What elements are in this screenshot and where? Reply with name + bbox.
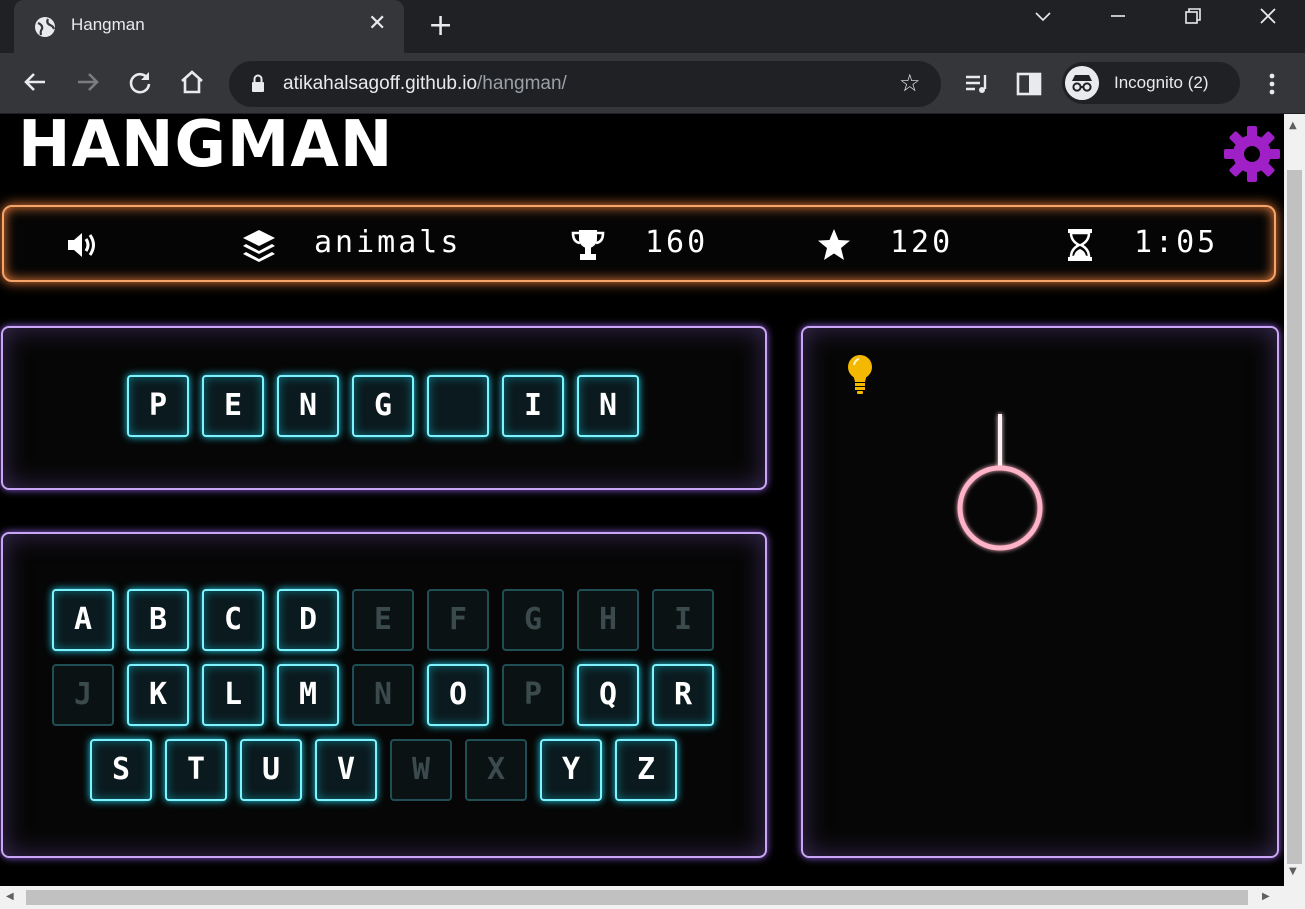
vertical-scrollbar[interactable]: ▲ ▼ xyxy=(1284,114,1305,886)
lock-icon[interactable] xyxy=(251,74,265,92)
key-m-button[interactable]: M xyxy=(277,664,339,726)
reload-icon[interactable] xyxy=(125,67,155,97)
horizontal-scroll-thumb[interactable] xyxy=(26,890,1248,905)
close-window-icon[interactable] xyxy=(1258,6,1278,31)
incognito-profile-button[interactable]: Incognito (2) xyxy=(1062,62,1240,104)
browser-tab[interactable]: Hangman ✕ xyxy=(14,0,404,53)
trophy-icon xyxy=(571,230,605,260)
scroll-right-icon[interactable]: ▶ xyxy=(1262,891,1270,902)
word-letter-tile xyxy=(427,375,489,437)
key-d-button[interactable]: D xyxy=(277,589,339,651)
word-letter-tile: N xyxy=(577,375,639,437)
speaker-icon[interactable] xyxy=(64,227,100,263)
key-w-button: W xyxy=(390,739,452,801)
key-y-button[interactable]: Y xyxy=(540,739,602,801)
back-arrow-icon[interactable] xyxy=(20,67,50,97)
scroll-left-icon[interactable]: ◀ xyxy=(6,891,14,902)
key-s-button[interactable]: S xyxy=(90,739,152,801)
key-z-button[interactable]: Z xyxy=(615,739,677,801)
key-c-button[interactable]: C xyxy=(202,589,264,651)
vertical-scroll-thumb[interactable] xyxy=(1287,170,1302,864)
key-j-button: J xyxy=(52,664,114,726)
incognito-icon xyxy=(1065,66,1099,100)
tab-title: Hangman xyxy=(71,15,145,34)
high-score-value: 160 xyxy=(645,225,709,260)
hourglass-icon xyxy=(1068,229,1092,261)
key-l-button[interactable]: L xyxy=(202,664,264,726)
browser-toolbar: atikahalsagoff.github.io/hangman/ ☆ Inco… xyxy=(0,53,1305,114)
key-v-button[interactable]: V xyxy=(315,739,377,801)
key-x-button: X xyxy=(465,739,527,801)
key-r-button[interactable]: R xyxy=(652,664,714,726)
layers-icon xyxy=(243,230,275,262)
bookmark-star-icon[interactable]: ☆ xyxy=(899,69,921,97)
hangman-page: HANGMAN animals 160 120 1:05 P E N G I N… xyxy=(0,114,1284,886)
key-g-button: G xyxy=(502,589,564,651)
status-bar: animals 160 120 1:05 xyxy=(2,205,1276,282)
browser-tab-strip: Hangman ✕ + xyxy=(0,0,1305,53)
star-icon xyxy=(818,229,850,260)
key-p-button: P xyxy=(502,664,564,726)
kebab-menu-icon[interactable] xyxy=(1257,69,1287,99)
hangman-head xyxy=(957,465,1043,551)
key-b-button[interactable]: B xyxy=(127,589,189,651)
key-n-button: N xyxy=(352,664,414,726)
word-letter-tile: I xyxy=(502,375,564,437)
category-label: animals xyxy=(314,225,462,260)
horizontal-scrollbar[interactable]: ◀ ▶ xyxy=(0,886,1305,909)
key-u-button[interactable]: U xyxy=(240,739,302,801)
globe-icon xyxy=(35,17,56,37)
game-title: HANGMAN xyxy=(18,114,394,182)
side-panel-icon[interactable] xyxy=(1014,69,1044,99)
key-k-button[interactable]: K xyxy=(127,664,189,726)
key-q-button[interactable]: Q xyxy=(577,664,639,726)
hangman-drawing-panel xyxy=(801,326,1279,858)
word-panel: PENGIN xyxy=(1,326,767,490)
scroll-up-icon[interactable]: ▲ xyxy=(1289,120,1297,131)
reading-list-icon[interactable] xyxy=(962,69,992,99)
score-value: 120 xyxy=(890,225,954,260)
keyboard-panel: ABCDEFGHI JKLMNOPQR STUVWXYZ xyxy=(1,532,767,858)
key-t-button[interactable]: T xyxy=(165,739,227,801)
tab-search-icon[interactable] xyxy=(1033,6,1053,31)
key-o-button[interactable]: O xyxy=(427,664,489,726)
profile-label: Incognito (2) xyxy=(1114,73,1209,92)
word-letter-tile: G xyxy=(352,375,414,437)
tab-close-icon[interactable]: ✕ xyxy=(368,11,386,36)
word-letter-tile: P xyxy=(127,375,189,437)
gallows-drawing xyxy=(889,412,1185,779)
timer-value: 1:05 xyxy=(1134,225,1219,260)
gear-icon[interactable] xyxy=(1222,124,1282,184)
new-tab-button[interactable]: + xyxy=(428,8,453,43)
scroll-down-icon[interactable]: ▼ xyxy=(1289,866,1297,877)
word-letter-tile: E xyxy=(202,375,264,437)
restore-icon[interactable] xyxy=(1183,6,1203,31)
address-bar[interactable]: atikahalsagoff.github.io/hangman/ ☆ xyxy=(229,61,941,107)
minimize-icon[interactable] xyxy=(1108,6,1128,31)
key-i-button: I xyxy=(652,589,714,651)
word-letter-tile: N xyxy=(277,375,339,437)
forward-arrow-icon[interactable] xyxy=(73,67,103,97)
url-text[interactable]: atikahalsagoff.github.io/hangman/ xyxy=(283,73,567,95)
key-e-button: E xyxy=(352,589,414,651)
key-a-button[interactable]: A xyxy=(52,589,114,651)
home-icon[interactable] xyxy=(177,67,207,97)
key-h-button: H xyxy=(577,589,639,651)
key-f-button: F xyxy=(427,589,489,651)
